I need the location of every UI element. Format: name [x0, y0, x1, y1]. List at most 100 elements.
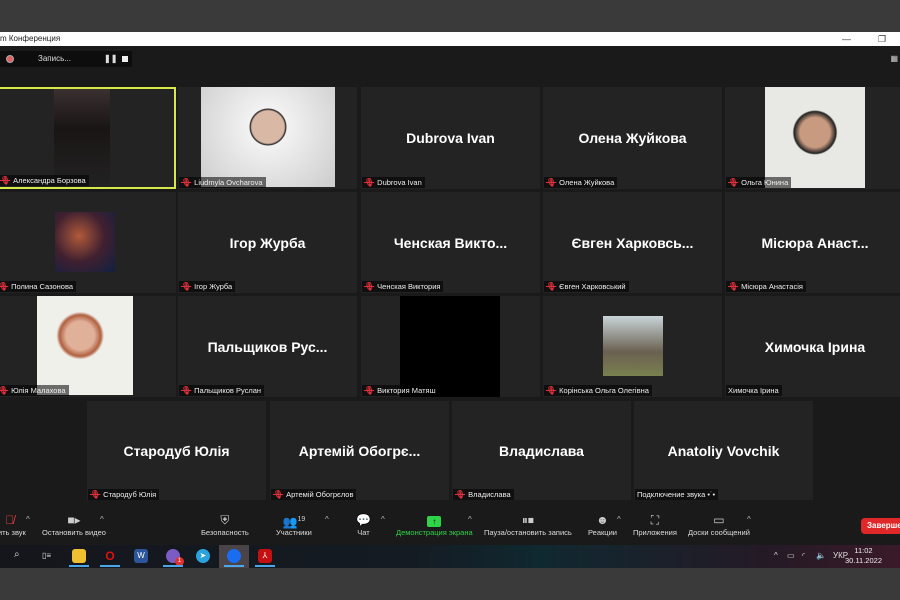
participant-label: 🎙︎ Dubrova Ivan [362, 177, 425, 188]
participant-name: Артемій Обогрєлов [286, 490, 354, 499]
search-icon[interactable]: ⌕ [14, 549, 20, 560]
notification-badge: 1 [175, 557, 184, 566]
whiteboard-icon: ▭ [713, 513, 725, 527]
reactions-caret[interactable]: ^ [617, 515, 621, 524]
participant-video [765, 87, 865, 188]
word-icon[interactable]: W [134, 549, 148, 563]
end-meeting-button[interactable]: Завершен [861, 518, 900, 534]
pause-stop-recording-button[interactable]: ⏸⏹ Пауза/остановить запись [484, 512, 572, 537]
participant-display-name: Ченская Викто... [393, 234, 508, 251]
participant-name: Полина Сазонова [11, 282, 74, 291]
participant-tile[interactable]: Ченская Викто... 🎙︎ Ченская Виктория [361, 192, 540, 293]
camera-icon: ■▸ [67, 513, 81, 527]
minimize-button[interactable]: — [842, 32, 851, 46]
participant-label: 🎙︎ Євген Харковський [544, 281, 629, 292]
view-grid-icon[interactable]: ▦ [890, 54, 898, 63]
participant-tile[interactable]: Артемій Обогрє... 🎙︎ Артемій Обогрєлов [270, 401, 449, 501]
pause-recording-button[interactable]: ❚❚ [104, 51, 117, 67]
participant-tile[interactable]: Anatoliy Vovchik Подключение звука •˙• [634, 401, 813, 501]
battery-icon[interactable]: ▭ [787, 551, 795, 560]
reactions-button[interactable]: ☻ Реакции [588, 512, 617, 537]
participants-caret[interactable]: ^ [325, 515, 329, 524]
opera-icon[interactable]: O [100, 549, 120, 567]
participants-icon: 👥19 [282, 515, 306, 529]
participants-label: Участники [276, 528, 312, 537]
meeting-toolbar: 🎙̸чить звук ^ ■▸Остановить видео ^ ⛨Безо… [0, 500, 900, 545]
whiteboards-caret[interactable]: ^ [747, 515, 751, 524]
wifi-icon[interactable]: ◜ [802, 551, 805, 560]
participant-tile[interactable]: 🎙︎ Виктория Матяш [361, 296, 540, 397]
video-options-caret[interactable]: ^ [100, 515, 104, 524]
participant-name: Корінська Ольга Олегівна [559, 386, 649, 395]
volume-icon[interactable]: 🔈 [816, 551, 826, 560]
participant-name: Ігор Журба [194, 282, 233, 291]
participant-tile[interactable]: 🎙︎ Ольга Юнина [725, 87, 900, 189]
file-explorer-icon[interactable] [69, 549, 89, 567]
chat-caret[interactable]: ^ [381, 515, 385, 524]
participants-button[interactable]: 👥19 Участники [276, 512, 312, 537]
mic-muted-icon: 🎙̸ [5, 513, 15, 527]
meeting-gallery: Запись... ❚❚ ▦ 🎙︎ Александра Борзова 🎙︎ Liu… [0, 46, 900, 545]
whiteboards-button[interactable]: ▭ Доски сообщений [688, 512, 750, 537]
zoom-icon[interactable] [224, 549, 244, 567]
participant-tile[interactable]: Химочка Ірина Химочка Ірина [725, 296, 900, 397]
participant-display-name: Олена Жуйкова [578, 130, 687, 146]
participant-tile[interactable]: Олена Жуйкова 🎙︎ Олена Жуйкова [543, 87, 722, 189]
telegram-icon[interactable]: ➤ [196, 549, 210, 563]
mute-label: чить звук [0, 528, 26, 537]
share-screen-button[interactable]: ↑ Демонстрация экрана [396, 512, 473, 537]
participant-tile[interactable]: Ігор Журба 🎙︎ Ігор Журба [178, 192, 357, 293]
participant-name: Владислава [468, 490, 511, 499]
participant-label: 🎙︎ Стародуб Юлія [88, 489, 160, 500]
tray-expand-icon[interactable]: ^ [774, 551, 778, 560]
participant-tile[interactable]: Владислава 🎙︎ Владислава [452, 401, 631, 501]
participant-name: Юлія Малахова [11, 386, 66, 395]
participant-display-name: Артемій Обогрє... [298, 443, 421, 459]
mic-muted-icon: 🎙︎ [455, 490, 466, 499]
participant-display-name: Anatoliy Vovchik [667, 443, 780, 459]
participant-tile[interactable]: 🎙︎ Полина Сазонова [0, 192, 176, 293]
maximize-button[interactable]: ❐ [878, 32, 886, 46]
mute-button[interactable]: 🎙̸чить звук [0, 512, 26, 537]
participant-display-name: Владислава [499, 443, 584, 459]
chat-button[interactable]: 💬 Чат [356, 512, 371, 537]
share-label: Демонстрация экрана [396, 528, 473, 537]
participant-tile[interactable]: Пальщиков Рус... 🎙︎ Пальщиков Руслан [178, 296, 357, 397]
task-view-icon[interactable]: ▯≡ [42, 551, 51, 560]
security-button[interactable]: ⛨ Безопасность [201, 512, 249, 537]
participant-name: Євген Харковський [559, 282, 626, 291]
participant-tile[interactable]: 🎙︎ Liudmyla Ovcharova [178, 87, 357, 189]
participant-name: Ольга Юнина [741, 178, 789, 187]
stop-recording-button[interactable] [122, 56, 128, 62]
apps-button[interactable]: ⛶ Приложения [633, 512, 677, 537]
mic-muted-icon: 🎙︎ [90, 490, 101, 499]
participant-label: 🎙︎ Ченская Виктория [362, 281, 444, 292]
participant-tile[interactable]: Євген Харковсь... 🎙︎ Євген Харковський [543, 192, 722, 293]
video-label: Остановить видео [42, 528, 106, 537]
recording-indicator: Запись... ❚❚ [0, 51, 132, 67]
mic-muted-icon: 🎙︎ [364, 386, 375, 395]
participant-tile[interactable]: Стародуб Юлія 🎙︎ Стародуб Юлія [87, 401, 266, 501]
viber-icon[interactable]: 1 [163, 549, 184, 567]
video-off-black [400, 296, 500, 397]
audio-options-caret[interactable]: ^ [26, 515, 30, 524]
mic-muted-icon: 🎙︎ [181, 386, 192, 395]
clock[interactable]: 11:02 30.11.2022 [845, 546, 882, 566]
participant-tile[interactable]: Dubrova Ivan 🎙︎ Dubrova Ivan [361, 87, 540, 189]
clock-time: 11:02 [854, 546, 873, 555]
participant-display-name: Стародуб Юлія [123, 443, 230, 459]
participant-tile[interactable]: 🎙︎ Корінська Ольга Олегівна [543, 296, 722, 397]
shield-icon: ⛨ [220, 513, 230, 527]
participant-name: Виктория Матяш [377, 386, 436, 395]
stop-video-button[interactable]: ■▸ Остановить видео [42, 512, 106, 537]
participant-name: Ченская Виктория [377, 282, 441, 291]
share-caret[interactable]: ^ [468, 515, 472, 524]
participant-tile[interactable]: 🎙︎ Юлія Малахова [0, 296, 176, 397]
participant-label: 🎙︎ Ольга Юнина [726, 177, 792, 188]
mic-muted-icon: 🎙︎ [181, 282, 192, 291]
participant-tile[interactable]: Місюра Анаст... 🎙︎ Місюра Анастасія [725, 192, 900, 293]
participant-tile[interactable]: 🎙︎ Александра Борзова [0, 87, 176, 189]
participant-display-name: Dubrova Ivan [406, 130, 495, 146]
mic-muted-icon: 🎙︎ [0, 386, 9, 395]
acrobat-icon[interactable]: ⅄ [255, 549, 275, 567]
